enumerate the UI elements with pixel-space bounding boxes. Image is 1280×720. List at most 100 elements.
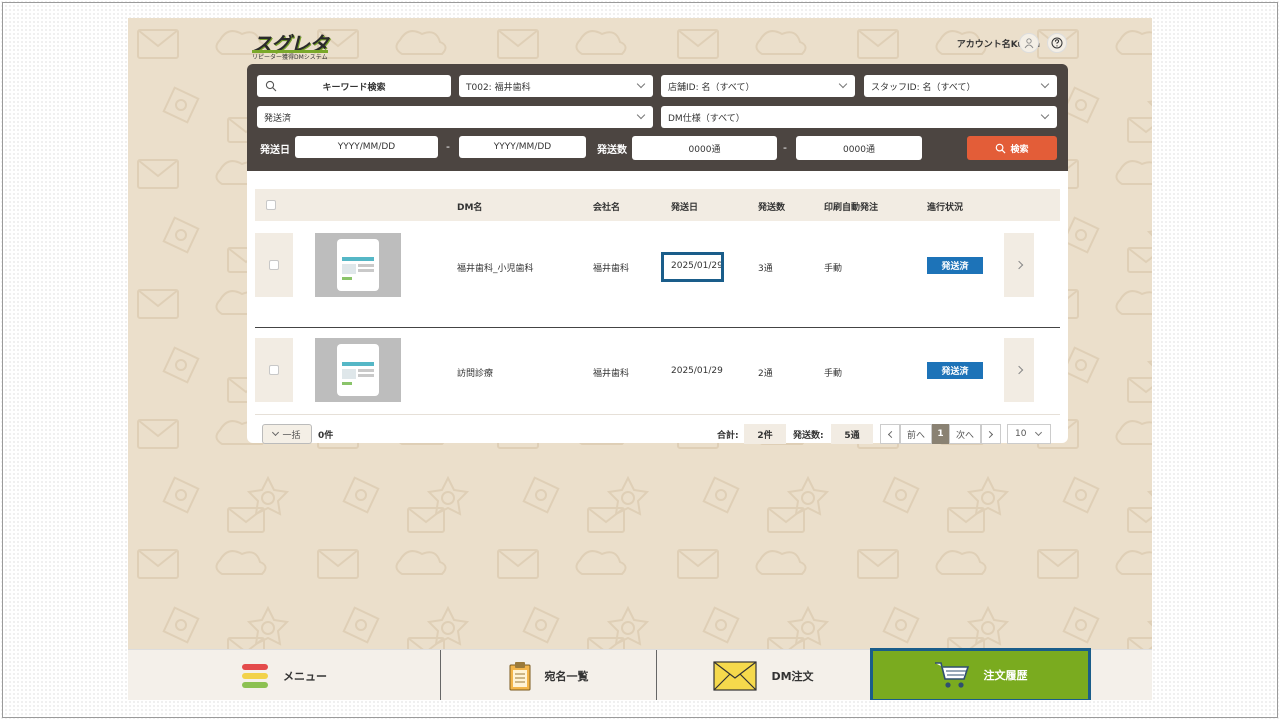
chevron-down-icon bbox=[1040, 110, 1050, 120]
count-to-input[interactable]: 0000通 bbox=[796, 136, 922, 160]
status-select[interactable]: 発送済 bbox=[257, 106, 653, 128]
keyword-search-placeholder: キーワード検索 bbox=[322, 82, 386, 93]
page-last-button[interactable] bbox=[981, 424, 1001, 444]
store-select-value: 店舗ID: 名（すべて） bbox=[668, 82, 755, 93]
send-count: 3通 bbox=[758, 264, 773, 274]
cart-icon bbox=[934, 662, 969, 688]
nav-menu-label: メニュー bbox=[283, 669, 327, 683]
company-name: 福井歯科 bbox=[593, 264, 630, 274]
row-checkbox[interactable] bbox=[269, 260, 279, 270]
results-card: DM名 会社名 発送日 発送数 印刷自動発注 進行状況 福井歯科_小児歯科 福井… bbox=[247, 171, 1068, 444]
app-logo[interactable]: スグレター リピーター獲得DMシステム bbox=[252, 28, 332, 85]
count-from-placeholder: 0000通 bbox=[688, 144, 721, 155]
per-page-select[interactable]: 10 bbox=[1007, 424, 1051, 444]
count-from-input[interactable]: 0000通 bbox=[632, 136, 777, 160]
company-select[interactable]: T002: 福井歯科 bbox=[459, 75, 653, 97]
send-total-value: 5通 bbox=[831, 424, 873, 444]
auto-order: 手動 bbox=[824, 264, 843, 274]
nav-address-list-label: 宛名一覧 bbox=[544, 669, 589, 683]
chevron-down-icon bbox=[636, 79, 646, 89]
select-all-checkbox[interactable] bbox=[266, 200, 276, 210]
store-select[interactable]: 店舗ID: 名（すべて） bbox=[661, 75, 855, 97]
menu-icon bbox=[242, 663, 268, 688]
column-header-send-count: 発送数 bbox=[758, 203, 786, 213]
count-to-placeholder: 0000通 bbox=[843, 144, 875, 155]
column-header-company: 会社名 bbox=[593, 203, 621, 213]
chevron-down-icon bbox=[636, 110, 646, 120]
search-panel: キーワード検索 T002: 福井歯科 店舗ID: 名（すべて） スタッフID: … bbox=[247, 64, 1068, 171]
column-header-send-date: 発送日 bbox=[671, 203, 699, 213]
row-checkbox-cell bbox=[255, 338, 293, 402]
nav-address-list[interactable]: 宛名一覧 bbox=[441, 650, 656, 700]
staff-select[interactable]: スタッフID: 名（すべて） bbox=[864, 75, 1057, 97]
help-icon bbox=[1051, 37, 1063, 49]
chevron-right-icon bbox=[985, 430, 994, 438]
column-header-status: 進行状況 bbox=[927, 203, 964, 213]
envelope-icon bbox=[713, 660, 758, 691]
table-header: DM名 会社名 発送日 発送数 印刷自動発注 進行状況 bbox=[255, 189, 1060, 221]
clipboard-icon bbox=[509, 661, 530, 690]
staff-select-value: スタッフID: 名（すべて） bbox=[871, 82, 976, 93]
user-account-button[interactable] bbox=[1019, 33, 1039, 53]
dm-thumbnail[interactable] bbox=[315, 338, 401, 402]
keyword-search-input[interactable]: キーワード検索 bbox=[257, 75, 451, 97]
selected-count: 0件 bbox=[318, 431, 334, 441]
chevron-down-icon bbox=[838, 79, 848, 89]
search-icon bbox=[265, 80, 277, 92]
count-range-separator: - bbox=[783, 141, 787, 154]
status-badge: 発送済 bbox=[927, 362, 983, 379]
user-icon bbox=[1024, 38, 1034, 49]
send-date: 2025/01/29 bbox=[671, 366, 723, 376]
chevron-left-icon bbox=[887, 430, 896, 438]
chevron-right-icon bbox=[1014, 365, 1024, 375]
search-icon bbox=[996, 143, 1006, 154]
nav-dm-order[interactable]: DM注文 bbox=[657, 650, 870, 700]
row-divider bbox=[255, 327, 1060, 328]
dm-thumbnail[interactable] bbox=[315, 233, 401, 297]
status-select-value: 発送済 bbox=[264, 113, 292, 124]
row-checkbox[interactable] bbox=[269, 365, 279, 375]
company-name: 福井歯科 bbox=[593, 369, 630, 379]
date-range-separator: - bbox=[446, 140, 450, 153]
send-total-label: 発送数: bbox=[793, 431, 824, 441]
date-to-input[interactable]: YYYY/MM/DD bbox=[459, 136, 586, 158]
dm-thumbnail-card bbox=[337, 239, 379, 291]
nav-order-history[interactable]: 注文履歴 bbox=[870, 648, 1091, 700]
bulk-action-select[interactable]: 一括 bbox=[262, 424, 312, 444]
date-from-input[interactable]: YYYY/MM/DD bbox=[295, 136, 438, 158]
chevron-down-icon bbox=[272, 428, 280, 437]
total-label: 合計: bbox=[717, 431, 739, 441]
total-value: 2件 bbox=[744, 424, 786, 444]
dm-spec-select[interactable]: DM仕様（すべて） bbox=[661, 106, 1057, 128]
table-row[interactable]: 福井歯科_小児歯科 福井歯科 2025/01/29 3通 手動 発送済 bbox=[255, 225, 1060, 297]
nav-menu[interactable]: メニュー bbox=[128, 650, 440, 700]
row-divider bbox=[255, 414, 1060, 415]
auto-order: 手動 bbox=[824, 369, 843, 379]
per-page-value: 10 bbox=[1015, 429, 1027, 439]
row-detail-button[interactable] bbox=[1004, 338, 1034, 402]
logo-subtitle: リピーター獲得DMシステム bbox=[252, 54, 328, 61]
send-count: 2通 bbox=[758, 369, 773, 379]
help-button[interactable] bbox=[1047, 33, 1067, 53]
row-detail-button[interactable] bbox=[1004, 233, 1034, 297]
page-prev-button[interactable]: 前へ bbox=[900, 424, 932, 444]
nav-order-history-label: 注文履歴 bbox=[983, 669, 1028, 682]
dm-spec-select-value: DM仕様（すべて） bbox=[668, 113, 745, 124]
table-row[interactable]: 訪問診療 福井歯科 2025/01/29 2通 手動 発送済 bbox=[255, 330, 1060, 402]
page-first-button[interactable] bbox=[880, 424, 900, 444]
chevron-down-icon bbox=[1040, 79, 1050, 89]
search-button-label: 検索 bbox=[1010, 144, 1029, 155]
chevron-right-icon bbox=[1014, 260, 1024, 270]
status-badge: 発送済 bbox=[927, 257, 983, 274]
bulk-action-label: 一括 bbox=[282, 430, 301, 441]
bottom-navigation: メニュー 宛名一覧 DM注文 注文履歴 bbox=[128, 648, 1152, 700]
page-next-button[interactable]: 次へ bbox=[949, 424, 981, 444]
send-date-label: 発送日 bbox=[260, 145, 290, 156]
page-number-current[interactable]: 1 bbox=[932, 424, 949, 444]
chevron-down-icon bbox=[1034, 428, 1043, 437]
row-checkbox-cell bbox=[255, 233, 293, 297]
dm-name: 訪問診療 bbox=[457, 369, 494, 379]
company-select-value: T002: 福井歯科 bbox=[466, 82, 531, 93]
search-button[interactable]: 検索 bbox=[967, 136, 1057, 160]
app-window: スグレター リピーター獲得DMシステム アカウント名Kutch キーワード検索 … bbox=[128, 18, 1152, 700]
